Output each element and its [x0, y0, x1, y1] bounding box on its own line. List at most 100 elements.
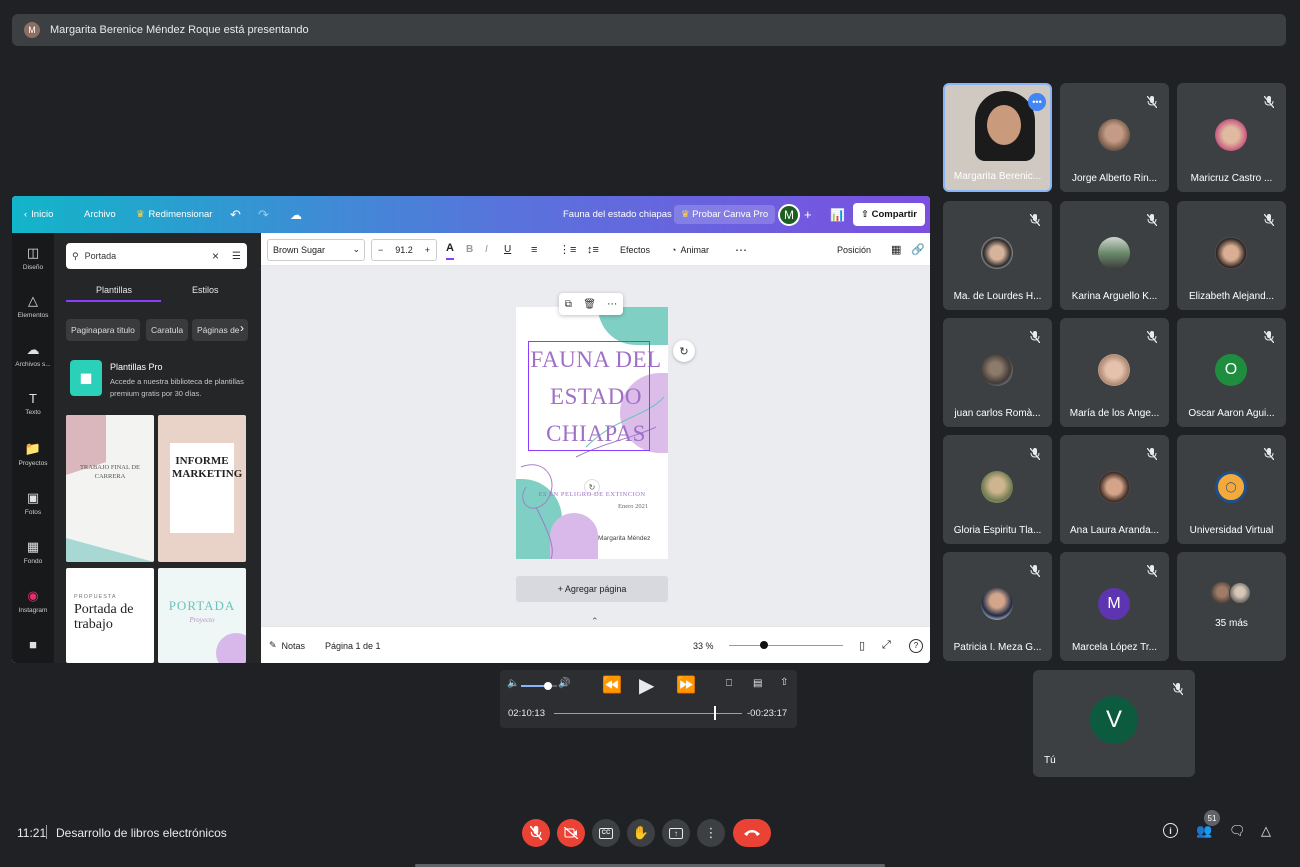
animate-button[interactable]: ◔ Animar — [671, 233, 709, 266]
tab-templates[interactable]: Plantillas — [96, 285, 132, 295]
resize-button[interactable]: ♛ Redimensionar — [136, 196, 212, 233]
link-icon[interactable]: 🔗 — [911, 233, 925, 266]
more-icon[interactable]: ⋯ — [735, 233, 747, 266]
fullscreen-icon[interactable]: ⤢ — [882, 627, 891, 663]
add-people-icon[interactable]: + — [804, 196, 812, 233]
notes-button[interactable]: ✎ Notas — [269, 627, 305, 663]
volume-icon[interactable]: 🔈 — [507, 678, 519, 689]
mic-toggle-button[interactable] — [522, 819, 550, 847]
participant-tile[interactable]: Patricia I. Meza G... — [943, 552, 1052, 661]
add-page-button[interactable]: + Agregar página — [516, 576, 668, 602]
undo-icon[interactable]: ↶ — [230, 196, 241, 233]
user-avatar[interactable]: M — [778, 203, 800, 226]
rail-background[interactable]: ▦ Fondo — [12, 539, 54, 565]
spacing-icon[interactable]: ↕≡ — [587, 233, 599, 266]
participant-tile[interactable]: ◯ Universidad Virtual — [1177, 435, 1286, 544]
share-button[interactable]: ⇧ Compartir — [853, 203, 926, 226]
participant-tile[interactable]: Gloria Espiritu Tla... — [943, 435, 1052, 544]
trash-icon[interactable]: 🗑 — [583, 299, 596, 310]
participant-tile[interactable]: Ana Laura Aranda... — [1060, 435, 1169, 544]
rewind-icon[interactable]: ⏪ — [602, 675, 622, 695]
zoom-value[interactable]: 33 % — [693, 627, 714, 663]
rail-more[interactable]: ■ — [12, 637, 54, 655]
text-color-icon[interactable]: A — [446, 238, 454, 260]
fast-forward-icon[interactable]: ⏩ — [676, 675, 696, 695]
align-center-icon[interactable]: ≡ — [531, 233, 537, 266]
template-thumbnail[interactable]: TRABAJO FINAL DE CARRERA — [66, 415, 154, 562]
bold-icon[interactable]: B — [466, 233, 473, 266]
list-icon[interactable]: ⋮≡ — [559, 233, 576, 266]
font-size-value[interactable]: 91.2 — [395, 245, 413, 255]
self-tile[interactable]: V Tú — [1033, 670, 1195, 777]
redo-icon[interactable]: ↷ — [258, 196, 269, 233]
italic-icon[interactable]: I — [485, 233, 488, 266]
page-info[interactable]: Página 1 de 1 — [325, 627, 381, 663]
participant-tile[interactable]: O Oscar Aaron Agui... — [1177, 318, 1286, 427]
underline-icon[interactable]: U — [504, 233, 511, 266]
present-button[interactable]: ↑ — [662, 819, 690, 847]
participant-tile[interactable]: María de los Ánge... — [1060, 318, 1169, 427]
more-options-icon[interactable]: ••• — [1028, 93, 1046, 111]
transparency-icon[interactable]: ▦ — [891, 233, 901, 266]
plus-icon[interactable]: + — [425, 245, 430, 255]
chip-title-page[interactable]: Paginapara titulo — [66, 319, 140, 341]
participant-tile[interactable]: Elizabeth Alejand... — [1177, 201, 1286, 310]
participant-tile[interactable]: ••• Margarita Berenic... — [943, 83, 1052, 192]
rail-uploads[interactable]: ☁ Archivos s... — [12, 342, 54, 368]
template-thumbnail[interactable]: PROPUESTA Portada de trabajo — [66, 568, 154, 663]
rail-design[interactable]: ◫ Diseño — [12, 245, 54, 271]
document-title[interactable]: Fauna del estado chiapas — [563, 196, 672, 233]
chevron-right-icon[interactable]: › — [240, 321, 244, 335]
try-pro-button[interactable]: ♛ Probar Canva Pro — [674, 205, 776, 224]
camera-toggle-button[interactable] — [557, 819, 585, 847]
volume-thumb[interactable] — [544, 682, 552, 690]
position-button[interactable]: Posición — [837, 233, 871, 266]
rail-elements[interactable]: △ Elementos — [12, 293, 54, 319]
share-icon[interactable]: ⇧ — [780, 677, 788, 688]
captions-icon[interactable]: ▤ — [753, 678, 762, 689]
refresh-icon[interactable]: ↻ — [673, 340, 695, 362]
participant-tile[interactable]: juan carlos Romà... — [943, 318, 1052, 427]
chip-caratula[interactable]: Caratula — [146, 319, 189, 341]
rail-text[interactable]: T Texto — [12, 391, 54, 416]
rail-projects[interactable]: 📁 Proyectos — [12, 441, 54, 467]
font-select[interactable]: Brown Sugar ⌄ — [267, 238, 365, 261]
duplicate-icon[interactable]: ⧉ — [565, 299, 572, 310]
zoom-slider[interactable] — [729, 645, 843, 646]
more-participants-tile[interactable]: 35 más — [1177, 552, 1286, 661]
rail-photos[interactable]: ▣ Fotos — [12, 490, 54, 516]
zoom-slider-thumb[interactable] — [760, 641, 768, 649]
clear-icon[interactable]: × — [212, 249, 219, 263]
insights-icon[interactable]: 📊 — [830, 196, 845, 233]
pro-title[interactable]: Plantillas Pro — [110, 362, 163, 372]
raise-hand-button[interactable]: ✋ — [627, 819, 655, 847]
more-icon[interactable]: ⋯ — [607, 299, 617, 310]
font-size-stepper[interactable]: − 91.2 + — [371, 238, 437, 261]
help-icon[interactable]: ? — [909, 638, 923, 653]
design-subtitle[interactable]: ES EN PELIGRO DE EXTINCION — [516, 491, 668, 498]
chat-icon[interactable]: 🗨 — [1229, 823, 1246, 839]
participant-tile[interactable]: Karina Arguello K... — [1060, 201, 1169, 310]
play-icon[interactable]: ▶ — [639, 673, 654, 698]
captions-button[interactable]: CC — [592, 819, 620, 847]
design-page[interactable]: FAUNA DEL ESTADO CHIAPAS ↻ ES EN PELIGRO… — [516, 307, 668, 559]
leave-call-button[interactable] — [733, 819, 771, 847]
minus-icon[interactable]: − — [378, 245, 383, 255]
progress-thumb[interactable] — [713, 706, 716, 720]
design-title[interactable]: FAUNA DEL ESTADO CHIAPAS — [526, 341, 666, 452]
more-options-button[interactable]: ⋮ — [697, 819, 725, 847]
filter-icon[interactable]: ☰ — [232, 251, 241, 262]
template-search-input[interactable]: ⚲ Portada × ☰ — [66, 243, 247, 269]
file-menu[interactable]: Archivo — [84, 196, 116, 233]
design-date[interactable]: Enero 2021 — [618, 503, 648, 510]
tab-styles[interactable]: Estilos — [192, 285, 219, 295]
template-thumbnail[interactable]: INFORME MARKETING — [158, 415, 246, 562]
rail-instagram[interactable]: ◉ Instagram — [12, 588, 54, 614]
participant-tile[interactable]: Ma. de Lourdes H... — [943, 201, 1052, 310]
home-button[interactable]: ‹ Inicio — [24, 196, 53, 233]
design-author[interactable]: Margarita Méndez — [598, 535, 650, 542]
activities-icon[interactable]: △ — [1261, 823, 1271, 839]
template-thumbnail[interactable]: PORTADA Proyecto — [158, 568, 246, 663]
participant-tile[interactable]: M Marcela López Tr... — [1060, 552, 1169, 661]
meeting-info-icon[interactable]: i — [1163, 823, 1178, 838]
